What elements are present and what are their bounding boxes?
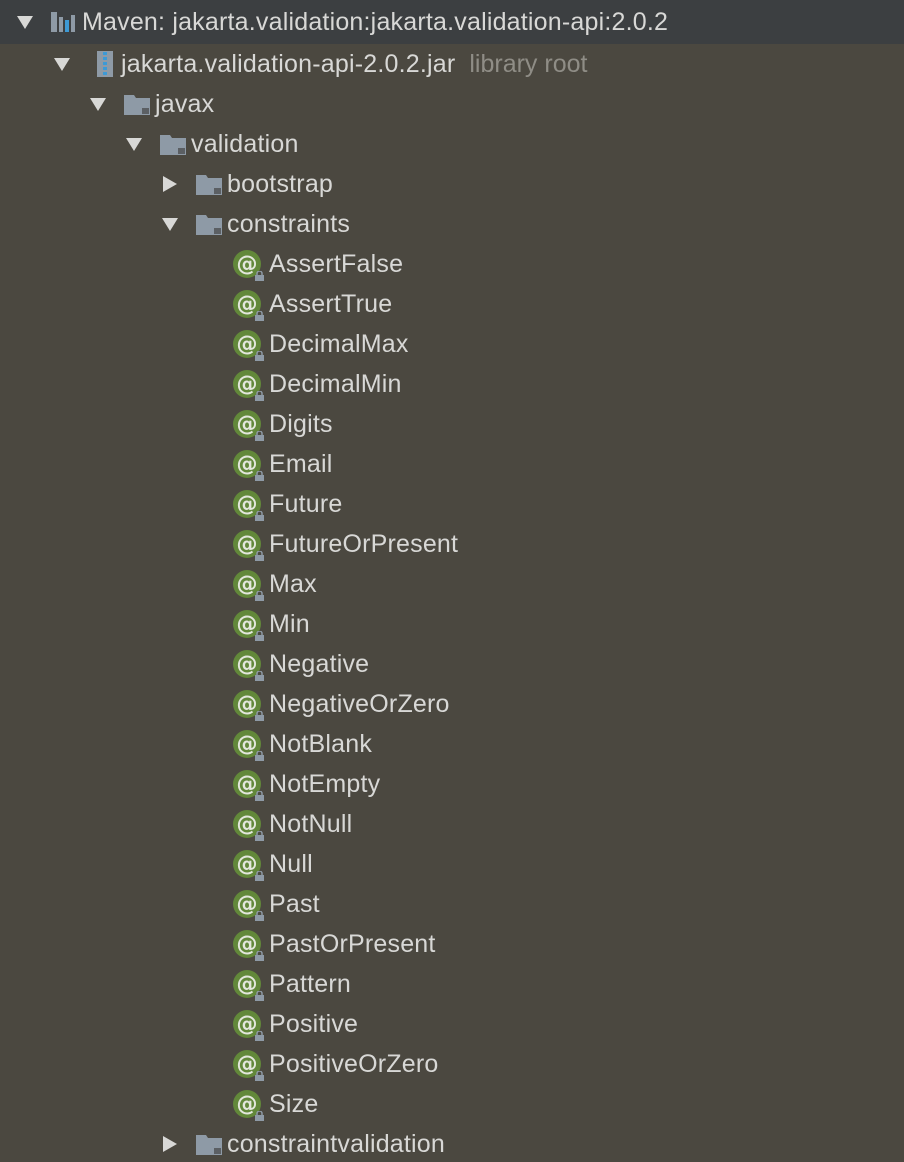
annotation-type-icon: @: [233, 890, 264, 921]
expand-arrow-down-icon[interactable]: [125, 135, 143, 153]
annotation-type-icon: @: [233, 770, 264, 801]
annotation-type-icon: @: [233, 730, 264, 761]
annotation-label: AssertTrue: [269, 289, 393, 318]
expand-arrow-right-icon[interactable]: [161, 175, 179, 193]
package-label: bootstrap: [227, 169, 334, 198]
annotation-label: AssertFalse: [269, 249, 404, 278]
tree-node-package-validation[interactable]: validation: [0, 124, 904, 164]
tree-node-annotation[interactable]: @ Digits: [0, 404, 904, 444]
annotation-type-icon: @: [233, 930, 264, 961]
tree-node-annotation[interactable]: @ Pattern: [0, 964, 904, 1004]
library-root-hint: library root: [469, 49, 588, 78]
project-tree: Maven: jakarta.validation:jakarta.valida…: [0, 0, 904, 1162]
expand-arrow-down-icon[interactable]: [161, 215, 179, 233]
annotation-label: NotBlank: [269, 729, 373, 758]
annotation-type-icon: @: [233, 1010, 264, 1041]
tree-node-annotation[interactable]: @ DecimalMax: [0, 324, 904, 364]
tree-node-package-constraints[interactable]: constraints: [0, 204, 904, 244]
annotation-type-icon: @: [233, 530, 264, 561]
annotation-label: Negative: [269, 649, 370, 678]
tree-node-annotation[interactable]: @ Size: [0, 1084, 904, 1124]
annotation-type-icon: @: [233, 970, 264, 1001]
tree-node-jar[interactable]: jakarta.validation-api-2.0.2.jar library…: [0, 44, 904, 84]
tree-node-annotation[interactable]: @ NotEmpty: [0, 764, 904, 804]
annotation-label: NotNull: [269, 809, 353, 838]
tree-node-annotation[interactable]: @ Future: [0, 484, 904, 524]
annotation-type-icon: @: [233, 450, 264, 481]
tree-node-annotation[interactable]: @ Negative: [0, 644, 904, 684]
tree-node-annotation[interactable]: @ FutureOrPresent: [0, 524, 904, 564]
tree-node-annotation[interactable]: @ DecimalMin: [0, 364, 904, 404]
tree-node-annotation[interactable]: @ PastOrPresent: [0, 924, 904, 964]
annotation-label: FutureOrPresent: [269, 529, 459, 558]
annotation-label: DecimalMin: [269, 369, 402, 398]
tree-node-annotation[interactable]: @ NotNull: [0, 804, 904, 844]
annotation-type-icon: @: [233, 850, 264, 881]
annotation-label: Positive: [269, 1009, 359, 1038]
annotation-label: Min: [269, 609, 310, 638]
annotation-label: NegativeOrZero: [269, 689, 450, 718]
annotation-label: PastOrPresent: [269, 929, 436, 958]
tree-node-annotation[interactable]: @ AssertFalse: [0, 244, 904, 284]
tree-node-maven-library[interactable]: Maven: jakarta.validation:jakarta.valida…: [0, 0, 904, 44]
annotation-type-icon: @: [233, 410, 264, 441]
tree-node-package-javax[interactable]: javax: [0, 84, 904, 124]
package-label: javax: [155, 89, 215, 118]
annotation-type-icon: @: [233, 1090, 264, 1121]
annotation-type-icon: @: [233, 810, 264, 841]
package-label: constraintvalidation: [227, 1129, 446, 1158]
expand-arrow-down-icon[interactable]: [16, 13, 34, 31]
package-folder-icon: [195, 210, 223, 238]
tree-node-package-bootstrap[interactable]: bootstrap: [0, 164, 904, 204]
annotation-label: Future: [269, 489, 343, 518]
expand-arrow-down-icon[interactable]: [89, 95, 107, 113]
expand-arrow-right-icon[interactable]: [161, 1135, 179, 1153]
tree-node-annotation[interactable]: @ PositiveOrZero: [0, 1044, 904, 1084]
tree-node-package-constraintvalidation[interactable]: constraintvalidation: [0, 1124, 904, 1162]
tree-node-annotation[interactable]: @ Positive: [0, 1004, 904, 1044]
annotation-type-icon: @: [233, 650, 264, 681]
annotation-label: Email: [269, 449, 333, 478]
annotation-type-icon: @: [233, 490, 264, 521]
maven-library-icon: [50, 8, 78, 36]
annotation-label: Null: [269, 849, 313, 878]
annotation-type-icon: @: [233, 290, 264, 321]
annotation-label: Past: [269, 889, 320, 918]
annotation-label: Max: [269, 569, 317, 598]
package-label: constraints: [227, 209, 351, 238]
tree-node-annotation[interactable]: @ AssertTrue: [0, 284, 904, 324]
annotation-type-icon: @: [233, 610, 264, 641]
jar-archive-icon: [91, 50, 119, 78]
package-folder-icon: [195, 170, 223, 198]
annotation-type-icon: @: [233, 330, 264, 361]
tree-node-annotation[interactable]: @ Email: [0, 444, 904, 484]
package-folder-icon: [123, 90, 151, 118]
package-folder-icon: [195, 1130, 223, 1158]
package-label: validation: [191, 129, 299, 158]
annotation-type-icon: @: [233, 690, 264, 721]
annotation-label: Size: [269, 1089, 319, 1118]
annotation-type-icon: @: [233, 250, 264, 281]
annotation-type-icon: @: [233, 1050, 264, 1081]
tree-node-annotation[interactable]: @ NotBlank: [0, 724, 904, 764]
maven-library-label: Maven: jakarta.validation:jakarta.valida…: [82, 7, 669, 36]
tree-node-annotation[interactable]: @ Null: [0, 844, 904, 884]
tree-node-annotation[interactable]: @ NegativeOrZero: [0, 684, 904, 724]
annotation-type-icon: @: [233, 370, 264, 401]
package-folder-icon: [159, 130, 187, 158]
jar-label: jakarta.validation-api-2.0.2.jar: [121, 49, 456, 78]
tree-node-annotation[interactable]: @ Max: [0, 564, 904, 604]
annotation-type-icon: @: [233, 570, 264, 601]
tree-node-annotation[interactable]: @ Past: [0, 884, 904, 924]
annotation-label: Digits: [269, 409, 333, 438]
annotation-label: PositiveOrZero: [269, 1049, 439, 1078]
annotation-label: Pattern: [269, 969, 352, 998]
expand-arrow-down-icon[interactable]: [53, 55, 71, 73]
annotation-label: NotEmpty: [269, 769, 381, 798]
tree-node-annotation[interactable]: @ Min: [0, 604, 904, 644]
annotation-label: DecimalMax: [269, 329, 409, 358]
